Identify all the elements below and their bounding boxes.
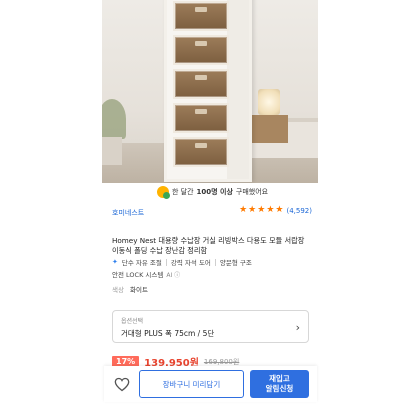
image-cabinet: [164, 0, 252, 182]
image-nightstand: [246, 115, 288, 143]
purchase-badge-suffix: 구매했어요: [235, 188, 269, 196]
option-selector[interactable]: 옵션선택 거대형 PLUS 폭 75cm / 5단 ›: [112, 310, 309, 343]
lock-feature: 안전 LOCK 시스템 AI ⓘ: [112, 269, 180, 279]
action-bar: 장바구니 미리담기 재입고 알림신청: [104, 366, 317, 402]
seller-link[interactable]: 호미네스트: [112, 208, 144, 218]
color-info: 색상 화이트: [112, 284, 148, 294]
review-count[interactable]: (4,592): [286, 207, 312, 215]
feature-tag: 강력 자석 도어: [170, 259, 211, 267]
product-title: Homey Nest 대용량 수납장 거실 리빙박스 다용도 모듈 서랍장 이동…: [112, 236, 305, 255]
star-icon: ★: [275, 205, 284, 215]
cabinet-drawer: [173, 35, 229, 65]
feature-tag: 양문형 구조: [219, 259, 252, 267]
product-image[interactable]: [102, 0, 318, 183]
image-plant: [102, 99, 126, 139]
heart-icon: [115, 377, 130, 391]
wishlist-button[interactable]: [112, 373, 133, 395]
add-to-cart-button[interactable]: 장바구니 미리담기: [138, 370, 244, 398]
purchase-badge-count: 100명 이상: [196, 188, 233, 196]
chevron-right-icon: ›: [295, 321, 300, 334]
rating[interactable]: ★ ★ ★ ★ ★ (4,592): [239, 206, 312, 215]
cabinet-drawer: [173, 1, 229, 31]
restock-label-line1: 재입고: [269, 374, 290, 383]
sparkle-icon: ✦: [112, 258, 118, 266]
award-icon: [157, 186, 170, 199]
feature-tags: ✦ 단수 자유 조절 강력 자석 도어 양문형 구조: [112, 257, 252, 267]
cabinet-side: [227, 0, 249, 179]
star-icon: ★: [266, 205, 275, 215]
star-icon: ★: [257, 205, 266, 215]
original-price: 169,800원: [203, 357, 240, 366]
image-lamp: [258, 89, 280, 115]
star-icon: ★: [248, 205, 257, 215]
cabinet-drawer: [173, 69, 229, 99]
option-label: 옵션선택: [121, 318, 144, 325]
lock-feature-text: 안전 LOCK 시스템: [112, 271, 164, 279]
ai-info-icon[interactable]: AI ⓘ: [166, 270, 180, 279]
purchase-badge-prefix: 한 달간: [172, 188, 194, 196]
cabinet-drawer: [173, 103, 229, 133]
color-label: 색상: [112, 286, 124, 294]
star-icon: ★: [239, 205, 248, 215]
feature-tag: 단수 자유 조절: [121, 259, 162, 267]
color-value: 화이트: [130, 286, 148, 294]
image-plant-pot: [102, 137, 122, 165]
tag-divider: [165, 258, 167, 266]
cabinet-drawer: [173, 137, 229, 167]
purchase-badge: 한 달간 100명 이상 구매했어요: [157, 185, 268, 199]
restock-label-line2: 알림신청: [265, 384, 294, 393]
tag-divider: [214, 258, 216, 266]
restock-alert-button[interactable]: 재입고 알림신청: [249, 370, 309, 398]
option-value: 거대형 PLUS 폭 75cm / 5단: [121, 329, 215, 338]
